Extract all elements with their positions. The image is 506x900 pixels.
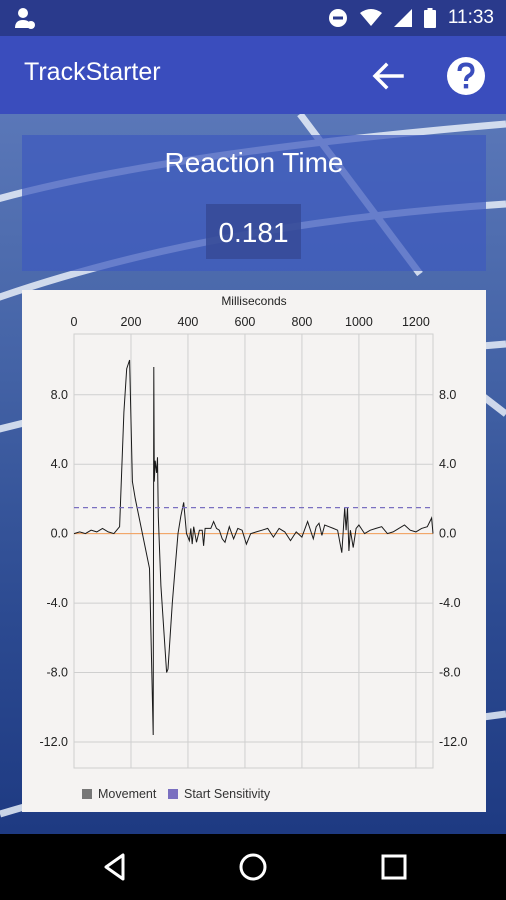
status-bar: 11:33	[0, 0, 506, 36]
signal-icon	[393, 9, 412, 27]
app-bar: TrackStarter	[0, 36, 506, 114]
y-tick-label-right: -12.0	[439, 735, 468, 749]
plot-frame	[73, 333, 434, 769]
chart-series	[73, 359, 434, 736]
y-tick-label-left: -12.0	[40, 735, 69, 749]
y-tick-label-left: 4.0	[51, 457, 68, 471]
chart-ticks: 0 200 400 600 800 1000 1200 8.0 8.0 4.0 4.0 0.0 0.0 -…	[40, 315, 468, 749]
x-tick-label: 0	[71, 315, 78, 329]
x-tick-label: 600	[235, 315, 256, 329]
profile-icon	[15, 8, 35, 29]
chart-card: Milliseconds 0 200 400 600 800 1000 1200 8.0 8.0…	[22, 290, 486, 812]
recents-square-icon[interactable]	[378, 851, 410, 883]
help-button[interactable]	[444, 54, 488, 98]
chart-grid	[73, 333, 434, 769]
y-tick-label-right: 0.0	[439, 527, 456, 541]
y-tick-label-right: -8.0	[439, 666, 461, 680]
x-tick-label: 200	[121, 315, 142, 329]
status-time: 11:33	[447, 7, 494, 28]
legend-swatch-start-sensitivity	[168, 789, 178, 799]
legend-label-start-sensitivity: Start Sensitivity	[184, 787, 271, 801]
navigation-bar	[0, 834, 506, 900]
y-tick-label-left: 8.0	[51, 388, 68, 402]
battery-icon	[423, 8, 436, 28]
chart-legend: Movement Start Sensitivity	[82, 787, 271, 801]
y-tick-label-left: -8.0	[46, 666, 68, 680]
app-title: TrackStarter	[24, 58, 161, 86]
reaction-time-title: Reaction Time	[164, 147, 344, 178]
legend-label-movement: Movement	[98, 787, 157, 801]
x-tick-label: 1200	[402, 315, 430, 329]
x-tick-label: 800	[292, 315, 313, 329]
x-axis-title: Milliseconds	[221, 294, 286, 308]
reaction-time-value: 0.181	[218, 217, 289, 248]
back-arrow-icon	[372, 62, 404, 90]
y-tick-label-right: 4.0	[439, 457, 456, 471]
home-circle-icon[interactable]	[237, 851, 269, 883]
wifi-icon	[359, 9, 382, 26]
movement-chart: Milliseconds 0 200 400 600 800 1000 1200 8.0 8.0…	[40, 294, 468, 801]
movement-series-line	[73, 359, 434, 736]
y-tick-label-left: 0.0	[51, 527, 68, 541]
back-button[interactable]	[366, 54, 410, 98]
back-triangle-icon[interactable]	[100, 851, 132, 883]
help-icon	[447, 57, 485, 95]
do-not-disturb-icon	[328, 9, 347, 27]
legend-swatch-movement	[82, 789, 92, 799]
x-tick-label: 1000	[345, 315, 373, 329]
y-tick-label-right: 8.0	[439, 388, 456, 402]
reaction-time-value-box: 0.181	[206, 204, 301, 259]
x-tick-label: 400	[178, 315, 199, 329]
reaction-time-panel: Reaction Time 0.181	[22, 135, 486, 271]
y-tick-label-left: -4.0	[46, 596, 68, 610]
y-tick-label-right: -4.0	[439, 596, 461, 610]
